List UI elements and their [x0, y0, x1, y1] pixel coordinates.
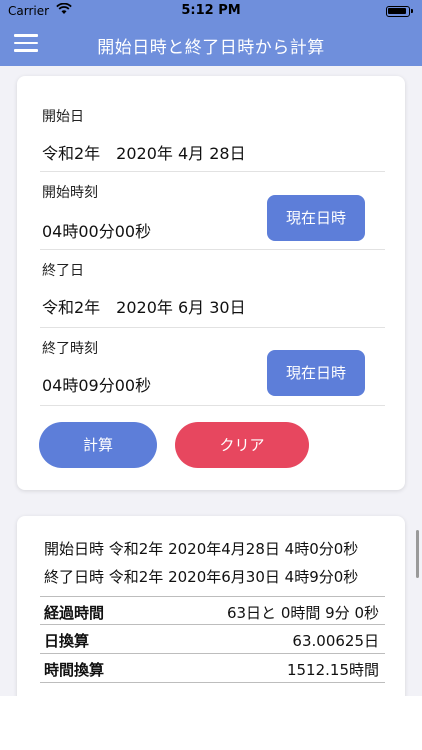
start-date-field[interactable]: 開始日 令和2年 2020年 4月 28日 [40, 96, 385, 172]
table-row: 日換算 63.00625日 [40, 625, 385, 654]
end-time-label: 終了時刻 [42, 341, 98, 357]
days-value: 63.00625日 [292, 632, 379, 650]
clear-button[interactable]: クリア [175, 422, 309, 468]
calculate-button[interactable]: 計算 [39, 422, 157, 468]
days-label: 日換算 [44, 632, 90, 650]
start-date-value: 令和2年 2020年 4月 28日 [42, 144, 246, 163]
table-row: 時間換算 1512.15時間 [40, 654, 385, 683]
result-start-datetime: 開始日時 令和2年 2020年4月28日 4時0分0秒 [44, 540, 359, 558]
end-date-field[interactable]: 終了日 令和2年 2020年 6月 30日 [40, 250, 385, 328]
start-time-value: 04時00分00秒 [42, 222, 152, 241]
start-time-label: 開始時刻 [42, 185, 98, 201]
nav-bar: 開始日時と終了日時から計算 [0, 22, 422, 66]
bottom-area [0, 696, 422, 750]
elapsed-time-label: 経過時間 [44, 604, 105, 622]
end-date-value: 令和2年 2020年 6月 30日 [42, 298, 246, 317]
status-bar: Carrier 5:12 PM [0, 0, 422, 22]
elapsed-time-value: 63日と 0時間 9分 0秒 [226, 604, 379, 622]
page-title: 開始日時と終了日時から計算 [97, 38, 325, 58]
scroll-indicator[interactable] [416, 530, 419, 578]
table-row: 経過時間 63日と 0時間 9分 0秒 [40, 596, 385, 625]
clock: 5:12 PM [181, 3, 241, 18]
result-end-datetime: 終了日時 令和2年 2020年6月30日 4時9分0秒 [44, 568, 359, 586]
start-date-label: 開始日 [42, 109, 84, 125]
end-now-button[interactable]: 現在日時 [267, 350, 365, 396]
hours-label: 時間換算 [44, 661, 105, 679]
start-now-button[interactable]: 現在日時 [267, 195, 365, 241]
end-time-value: 04時09分00秒 [42, 376, 152, 395]
hours-value: 1512.15時間 [286, 661, 379, 679]
battery-icon [386, 6, 413, 17]
end-date-label: 終了日 [42, 263, 84, 279]
result-table: 経過時間 63日と 0時間 9分 0秒 日換算 63.00625日 時間換算 1… [40, 596, 385, 683]
